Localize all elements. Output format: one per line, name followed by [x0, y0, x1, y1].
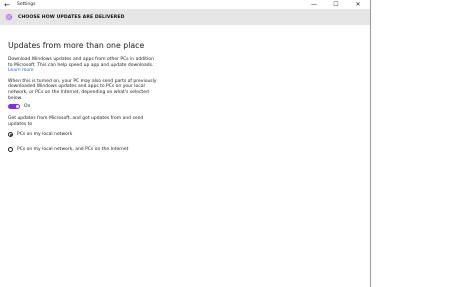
get-updates-line: updates to	[8, 121, 33, 127]
close-button[interactable]: ✕	[350, 0, 366, 9]
window-title: Settings	[17, 2, 36, 7]
section-heading: Updates from more than one place	[8, 41, 145, 50]
radio-button-local[interactable]	[8, 132, 13, 138]
learn-more-link[interactable]: Learn more	[8, 68, 158, 74]
info-line: below.	[8, 95, 23, 101]
info-text: When this is turned on, your PC may also…	[8, 79, 158, 101]
delivery-toggle[interactable]	[8, 104, 20, 110]
get-updates-line: Get updates from Microsoft, and get upda…	[8, 116, 144, 122]
radio-button-internet[interactable]	[8, 147, 13, 153]
radio-label-local: PCs on my local network	[17, 132, 73, 138]
delivery-toggle-row: On	[8, 104, 158, 110]
page-title: CHOOSE HOW UPDATES ARE DELIVERED	[18, 14, 125, 20]
gear-icon	[5, 13, 13, 21]
radio-option-local[interactable]: PCs on my local network	[8, 132, 158, 138]
toggle-state-label: On	[24, 104, 31, 110]
back-arrow-icon[interactable]: ←	[2, 0, 12, 9]
toggle-knob	[16, 105, 19, 109]
description: Download Windows updates and apps from o…	[8, 57, 158, 74]
minimize-button[interactable]: —	[306, 0, 322, 9]
maximize-button[interactable]: ☐	[328, 0, 344, 9]
radio-option-internet[interactable]: PCs on my local network, and PCs on the …	[8, 147, 158, 153]
radio-label-internet: PCs on my local network, and PCs on the …	[17, 147, 129, 153]
settings-window: ← Settings — ☐ ✕ CHOOSE HOW UPDATES ARE …	[0, 0, 371, 287]
get-updates-text: Get updates from Microsoft, and get upda…	[8, 116, 158, 127]
page-header: CHOOSE HOW UPDATES ARE DELIVERED	[0, 9, 370, 25]
description-line: Download Windows updates and apps from o…	[8, 57, 154, 62]
info-line: network, or PCs on the Internet, dependi…	[8, 89, 149, 95]
title-bar: ← Settings — ☐ ✕	[0, 0, 370, 9]
main-content: Updates from more than one place Downloa…	[8, 41, 158, 153]
